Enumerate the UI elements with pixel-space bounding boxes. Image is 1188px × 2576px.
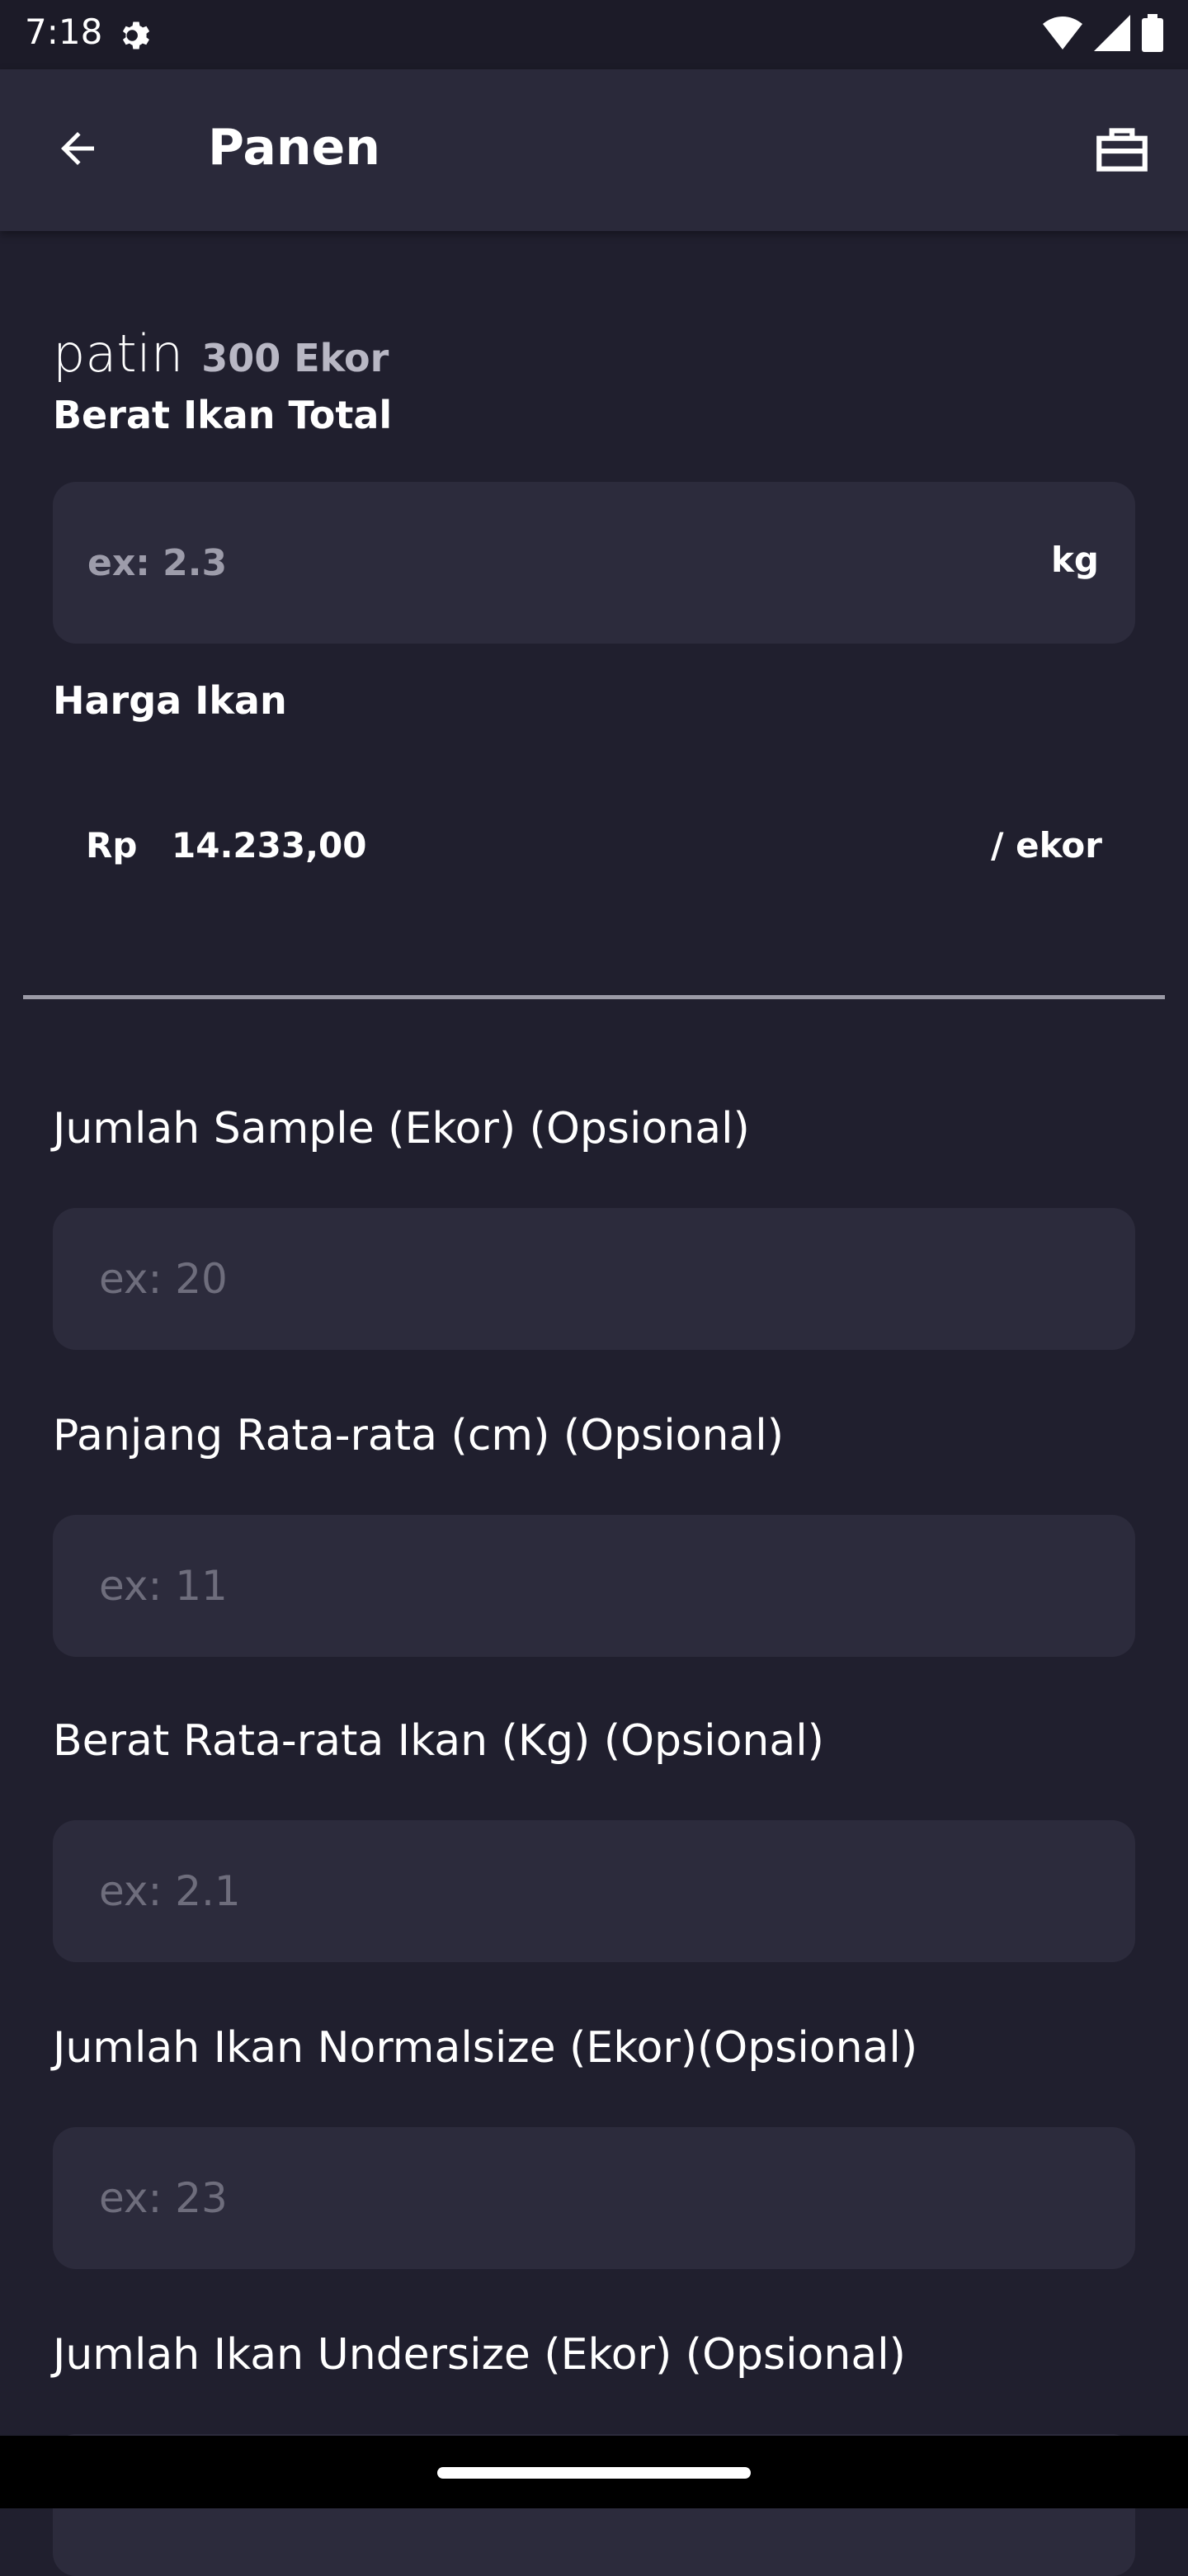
settings-gear-icon (117, 17, 155, 54)
system-nav-bar (0, 2436, 1188, 2508)
status-bar: 7:18 (0, 0, 1188, 69)
sample-count-input[interactable] (53, 1208, 1135, 1350)
total-weight-field: kg (53, 482, 1135, 644)
normalsize-count-input[interactable] (53, 2127, 1135, 2269)
arrow-back-icon (53, 124, 102, 177)
status-icons (1043, 14, 1163, 55)
undersize-count-label: Jumlah Ikan Undersize (Ekor) (Opsional) (53, 2330, 906, 2380)
avg-weight-field (53, 1820, 1135, 1962)
briefcase-icon (1091, 118, 1153, 182)
inventory-button[interactable] (1087, 116, 1157, 185)
app-bar: Panen (0, 69, 1188, 231)
home-gesture-handle[interactable] (437, 2467, 751, 2479)
sample-count-label: Jumlah Sample (Ekor) (Opsional) (53, 1104, 750, 1154)
divider (23, 995, 1165, 999)
wifi-icon (1043, 15, 1082, 54)
price-row: Rp 14.233,00 / ekor (86, 825, 1102, 883)
fish-count: 300 Ekor (201, 336, 389, 380)
signal-icon (1094, 15, 1130, 54)
price-value[interactable]: 14.233,00 (172, 825, 366, 866)
normalsize-count-field (53, 2127, 1135, 2269)
avg-length-field (53, 1515, 1135, 1657)
page-title: Panen (208, 119, 380, 177)
fish-name: patin (53, 323, 184, 384)
avg-length-input[interactable] (53, 1515, 1135, 1657)
back-button[interactable] (46, 119, 109, 182)
fish-info: patin 300 Ekor (53, 323, 389, 384)
price-unit: / ekor (991, 825, 1102, 866)
total-weight-input[interactable] (53, 482, 1135, 644)
weight-unit: kg (1051, 540, 1099, 580)
avg-weight-label: Berat Rata-rata Ikan (Kg) (Opsional) (53, 1716, 824, 1766)
sample-count-field (53, 1208, 1135, 1350)
total-weight-label: Berat Ikan Total (53, 393, 393, 437)
price-label: Harga Ikan (53, 678, 287, 723)
avg-weight-input[interactable] (53, 1820, 1135, 1962)
battery-icon (1142, 14, 1163, 55)
status-time: 7:18 (25, 12, 103, 52)
avg-length-label: Panjang Rata-rata (cm) (Opsional) (53, 1411, 785, 1460)
price-currency: Rp (86, 825, 138, 866)
normalsize-count-label: Jumlah Ikan Normalsize (Ekor)(Opsional) (53, 2023, 918, 2073)
